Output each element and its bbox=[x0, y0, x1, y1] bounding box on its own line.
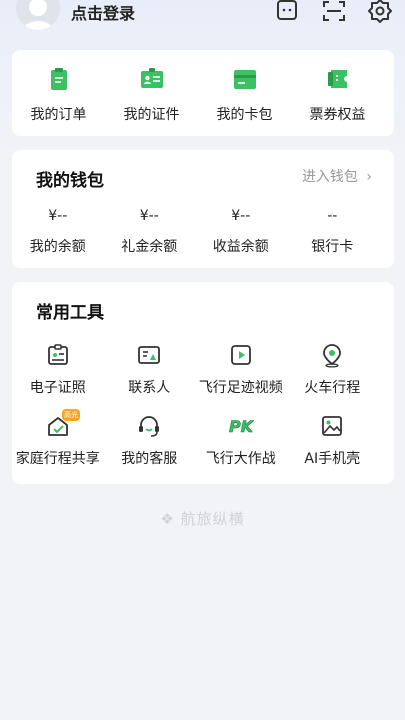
tool-label: 火车行程 bbox=[304, 380, 361, 396]
wallet-item-label: 礼金余额 bbox=[121, 239, 178, 255]
wallet-item-label: 我的余额 bbox=[29, 239, 86, 255]
id-card-icon bbox=[140, 68, 163, 88]
quick-entry-coupons[interactable]: 票券权益 bbox=[291, 66, 384, 126]
wallet-item-gift[interactable]: ¥-- 礼金余额 bbox=[104, 208, 196, 268]
tool-label: 联系人 bbox=[128, 380, 171, 396]
login-link[interactable]: 点击登录 bbox=[71, 0, 135, 24]
scan-icon[interactable] bbox=[321, 0, 347, 24]
settings-icon[interactable] bbox=[367, 0, 393, 24]
wallet-item-balance[interactable]: ¥-- 我的余额 bbox=[12, 208, 104, 268]
headset-icon bbox=[139, 416, 160, 437]
order-icon bbox=[50, 68, 67, 90]
coupon-icon bbox=[327, 70, 347, 88]
tools-card: 常用工具 电子证照 联系人 飞行足迹视频 火车行程 高光 家庭行程共享 我的客服… bbox=[12, 282, 394, 484]
tool-train-trip[interactable]: 火车行程 bbox=[287, 342, 379, 402]
tool-flight-video[interactable]: 飞行足迹视频 bbox=[195, 342, 287, 402]
svg-text:PK: PK bbox=[229, 417, 254, 436]
avatar[interactable] bbox=[16, 0, 60, 30]
brand-logo-icon: ❖ bbox=[160, 510, 175, 528]
tool-flight-battle[interactable]: PK 飞行大作战 bbox=[195, 413, 287, 473]
wallet-item-bankcard[interactable]: -- 银行卡 bbox=[287, 208, 379, 268]
quick-entry-label: 我的证件 bbox=[123, 107, 180, 123]
wallet-item-earnings[interactable]: ¥-- 收益余额 bbox=[195, 208, 287, 268]
tool-customer-service[interactable]: 我的客服 bbox=[104, 413, 196, 473]
wallet-item-value: ¥-- bbox=[48, 208, 68, 224]
avatar-icon bbox=[16, 0, 60, 30]
tool-label: AI手机壳 bbox=[304, 451, 361, 467]
video-icon bbox=[230, 345, 251, 365]
wallet-item-label: 收益余额 bbox=[212, 239, 269, 255]
tool-family-share[interactable]: 高光 家庭行程共享 bbox=[12, 409, 104, 473]
wallet-item-value: -- bbox=[327, 208, 338, 224]
quick-entries-card: 我的订单 我的证件 我的卡包 票券权益 bbox=[12, 50, 394, 136]
tool-label: 飞行足迹视频 bbox=[198, 380, 283, 396]
wallet-card: 我的钱包 进入钱包 › ¥-- 我的余额 ¥-- 礼金余额 ¥-- 收益余额 -… bbox=[12, 150, 394, 268]
tools-title: 常用工具 bbox=[36, 303, 104, 323]
wallet-card-icon bbox=[233, 70, 256, 89]
e-license-icon bbox=[47, 344, 68, 365]
footer-brand: ❖ 航旅纵横 bbox=[0, 508, 405, 529]
tool-label: 电子证照 bbox=[29, 380, 86, 396]
tool-label: 飞行大作战 bbox=[205, 451, 276, 467]
quick-entry-cards[interactable]: 我的卡包 bbox=[198, 66, 291, 126]
wallet-item-label: 银行卡 bbox=[311, 239, 354, 255]
pk-icon: PK bbox=[228, 417, 254, 437]
wallet-title: 我的钱包 bbox=[36, 171, 104, 191]
new-badge: 高光 bbox=[62, 409, 80, 421]
tool-e-license[interactable]: 电子证照 bbox=[12, 342, 104, 402]
tool-label: 我的客服 bbox=[121, 451, 178, 467]
contacts-icon bbox=[138, 346, 161, 364]
tool-contacts[interactable]: 联系人 bbox=[104, 342, 196, 402]
location-pin-icon bbox=[323, 344, 342, 368]
enter-wallet-link[interactable]: 进入钱包 › bbox=[302, 166, 372, 186]
message-icon[interactable] bbox=[274, 0, 300, 24]
chevron-right-icon: › bbox=[366, 169, 372, 185]
wallet-item-value: ¥-- bbox=[231, 208, 251, 224]
quick-entry-label: 我的订单 bbox=[30, 107, 87, 123]
tool-ai-phone-case[interactable]: AI手机壳 bbox=[287, 413, 379, 473]
wallet-item-value: ¥-- bbox=[139, 208, 159, 224]
quick-entry-label: 我的卡包 bbox=[216, 107, 273, 123]
quick-entry-orders[interactable]: 我的订单 bbox=[12, 66, 105, 126]
header: 点击登录 bbox=[0, 0, 405, 34]
footer-brand-text: 航旅纵横 bbox=[180, 510, 245, 528]
quick-entry-label: 票券权益 bbox=[309, 107, 366, 123]
quick-entry-ids[interactable]: 我的证件 bbox=[105, 66, 198, 126]
enter-wallet-label: 进入钱包 bbox=[301, 169, 358, 185]
image-icon bbox=[322, 416, 343, 436]
tool-label: 家庭行程共享 bbox=[15, 451, 100, 467]
